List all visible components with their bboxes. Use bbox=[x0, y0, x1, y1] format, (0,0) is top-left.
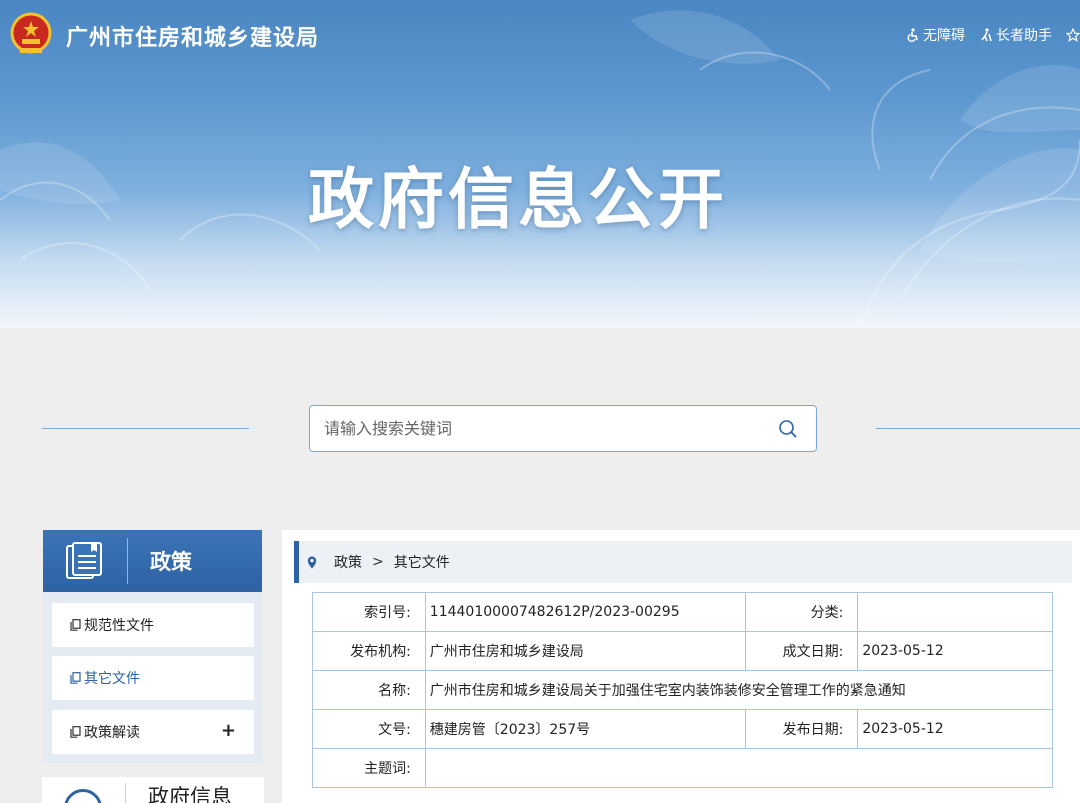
location-pin-icon bbox=[307, 556, 317, 568]
sidebar-item-label: 规范性文件 bbox=[84, 618, 154, 634]
index-label: 索引号: bbox=[312, 592, 426, 632]
written-date-value: 2023-05-12 bbox=[857, 631, 1053, 671]
sidebar-item-other-docs[interactable]: 其它文件 bbox=[52, 656, 254, 700]
divider-right bbox=[876, 428, 1080, 429]
category-value bbox=[857, 592, 1053, 632]
issuer-value: 广州市住房和城乡建设局 bbox=[424, 631, 746, 671]
search-input[interactable] bbox=[310, 406, 760, 451]
search-icon bbox=[779, 419, 797, 438]
sidebar-header-gov-info[interactable]: 政府信息 bbox=[42, 777, 264, 803]
sidebar-title: 政策 bbox=[150, 550, 192, 574]
sidebar-header: 政策 bbox=[43, 530, 262, 592]
sidebar-menu: 规范性文件 其它文件 政策解读 + bbox=[43, 592, 262, 763]
doc-number-label: 文号: bbox=[312, 709, 426, 749]
main-panel: 政策 > 其它文件 索引号: 11440100007482612P/2023-0… bbox=[282, 530, 1080, 803]
category-label: 分类: bbox=[744, 592, 859, 632]
table-row: 名称: 广州市住房和城乡建设局关于加强住宅室内装饰装修安全管理工作的紧急通知 bbox=[312, 670, 1054, 710]
publish-date-value: 2023-05-12 bbox=[857, 709, 1053, 749]
divider-left bbox=[42, 428, 249, 429]
table-row: 主题词: bbox=[312, 748, 1054, 788]
breadcrumb-item-policy[interactable]: 政策 bbox=[334, 552, 362, 572]
page-icon bbox=[70, 619, 81, 631]
document-icon bbox=[66, 542, 102, 579]
search-button[interactable] bbox=[760, 406, 816, 451]
star-icon bbox=[1066, 28, 1080, 42]
expand-plus-icon[interactable]: + bbox=[221, 720, 236, 741]
header-separator bbox=[127, 538, 128, 584]
page-icon bbox=[70, 672, 81, 684]
name-value: 广州市住房和城乡建设局关于加强住宅室内装饰装修安全管理工作的紧急通知 bbox=[424, 670, 1054, 710]
search-box bbox=[309, 405, 817, 452]
table-row: 文号: 穗建房管〔2023〕257号 发布日期: 2023-05-12 bbox=[312, 709, 1053, 749]
index-value: 11440100007482612P/2023-00295 bbox=[424, 592, 746, 632]
wheelchair-icon bbox=[907, 28, 918, 42]
name-label: 名称: bbox=[312, 670, 426, 710]
document-metadata-table: 索引号: 11440100007482612P/2023-00295 分类: 发… bbox=[312, 592, 1054, 788]
publish-date-label: 发布日期: bbox=[744, 709, 859, 749]
issuer-label: 发布机构: bbox=[312, 631, 426, 671]
accessibility-link[interactable]: 无障碍 bbox=[906, 25, 965, 45]
breadcrumb: 政策 > 其它文件 bbox=[294, 541, 1072, 583]
sidebar-item-normative-docs[interactable]: 规范性文件 bbox=[52, 603, 254, 647]
sidebar-item-label: 政策解读 bbox=[84, 725, 140, 741]
elder-icon bbox=[981, 28, 992, 42]
page-title: 政府信息公开 bbox=[308, 161, 728, 238]
table-row: 索引号: 11440100007482612P/2023-00295 分类: bbox=[312, 592, 1053, 632]
keywords-label: 主题词: bbox=[312, 748, 426, 788]
breadcrumb-item-other-docs[interactable]: 其它文件 bbox=[394, 552, 450, 572]
chevron-right-icon: > bbox=[372, 554, 384, 570]
header-separator bbox=[125, 783, 126, 803]
favorite-link[interactable] bbox=[1066, 28, 1080, 42]
accessibility-label: 无障碍 bbox=[923, 28, 965, 44]
elder-assistant-label: 长者助手 bbox=[996, 28, 1052, 44]
doc-number-value: 穗建房管〔2023〕257号 bbox=[424, 709, 746, 749]
sidebar-item-label: 其它文件 bbox=[84, 671, 140, 687]
national-emblem-icon bbox=[10, 12, 52, 54]
page-icon bbox=[70, 726, 81, 738]
sidebar-title-2: 政府信息 bbox=[148, 785, 232, 803]
table-row: 发布机构: 广州市住房和城乡建设局 成文日期: 2023-05-12 bbox=[312, 631, 1053, 671]
site-name[interactable]: 广州市住房和城乡建设局 bbox=[66, 20, 319, 52]
keywords-value bbox=[424, 748, 1054, 788]
written-date-label: 成文日期: bbox=[744, 631, 859, 671]
sidebar-item-policy-interpretation[interactable]: 政策解读 + bbox=[52, 710, 254, 754]
info-circle-icon bbox=[64, 789, 102, 803]
header-tools: 无障碍 长者助手 bbox=[906, 25, 1080, 45]
header-banner: 广州市住房和城乡建设局 无障碍 长者助手 政府信息公开 bbox=[0, 0, 1080, 328]
elder-assistant-link[interactable]: 长者助手 bbox=[979, 25, 1052, 45]
